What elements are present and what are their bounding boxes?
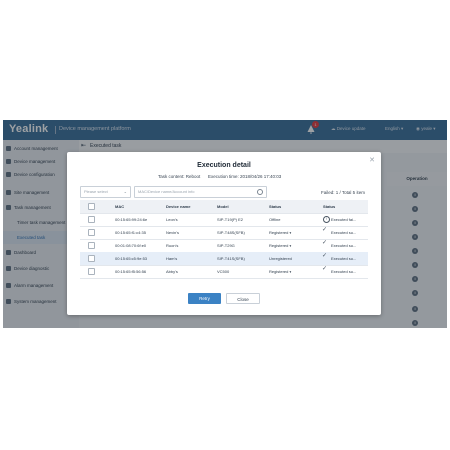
status-cell: Registered ▾	[269, 230, 291, 235]
column-header: Device name	[166, 204, 191, 209]
device-name-cell: Abby's	[166, 269, 178, 274]
check-icon: ✓	[322, 253, 328, 259]
status-cell: Offline	[269, 217, 281, 222]
select-all-checkbox[interactable]	[88, 203, 95, 210]
model-cell: SIP-T19(P) E2	[217, 217, 244, 222]
mac-cell: 00:15:65:f5:56:56	[115, 269, 147, 274]
status-text: Offline	[269, 217, 281, 222]
close-button[interactable]: Close	[226, 293, 260, 304]
search-placeholder: MAC/Device name/Account info	[138, 189, 195, 194]
status-text: Registered	[269, 230, 289, 235]
result-summary: Failed: 1 / Total 5 item	[321, 190, 365, 195]
model-cell: SIP-T41S(SFB)	[217, 256, 245, 261]
check-icon: ✓	[322, 227, 328, 233]
row-checkbox[interactable]	[88, 268, 95, 275]
mac-cell: 00:01:08:70:6f:e0	[115, 243, 147, 248]
result-cell: Executed fai...	[331, 217, 357, 222]
result-cell: Executed su...	[331, 269, 357, 274]
device-name-cell: Ruon's	[166, 243, 179, 248]
result-cell: Executed su...	[331, 230, 357, 235]
status-text: Registered	[269, 243, 289, 248]
execution-detail-dialog: ✕ Execution detail Task content: Reboot …	[67, 152, 381, 315]
table-row[interactable]: 00:15:65:c5:9e:53 Ham's SIP-T41S(SFB) Un…	[80, 252, 368, 266]
table-row[interactable]: 00:15:65:f1:c4:35 Nevin's SIP-T48S(SFB) …	[80, 226, 368, 240]
model-cell: SIP-T48S(SFB)	[217, 230, 245, 235]
column-header: Model	[217, 204, 229, 209]
status-text: Unregistered	[269, 256, 292, 261]
status-text: Registered	[269, 269, 289, 274]
execution-time: Execution time: 2018/04/26 17:40:03	[208, 174, 282, 179]
task-content: Task content: Reboot	[158, 174, 201, 179]
status-cell: Unregistered	[269, 256, 292, 261]
caret-down-icon: ▾	[289, 270, 292, 274]
device-name-cell: Ham's	[166, 256, 178, 261]
mac-cell: 00:15:65:99:24:6e	[115, 217, 148, 222]
caret-down-icon: ▾	[289, 231, 292, 235]
row-checkbox[interactable]	[88, 255, 95, 262]
model-cell: SIP-T29G	[217, 243, 235, 248]
retry-button[interactable]: Retry	[188, 293, 221, 304]
table-row[interactable]: 00:15:65:99:24:6e Leon's SIP-T19(P) E2 O…	[80, 213, 368, 227]
table-row[interactable]: 00:15:65:f5:56:56 Abby's VC500 Registere…	[80, 265, 368, 279]
table-header: MAC Device name Model Status Status	[80, 200, 368, 214]
dialog-title: Execution detail	[197, 162, 251, 169]
status-cell: Registered ▾	[269, 243, 291, 248]
mac-cell: 00:15:65:f1:c4:35	[115, 230, 146, 235]
caret-down-icon: ▾	[289, 244, 292, 248]
model-cell: VC500	[217, 269, 230, 274]
row-checkbox[interactable]	[88, 229, 95, 236]
row-checkbox[interactable]	[88, 216, 95, 223]
search-icon	[257, 189, 263, 195]
select-placeholder: Please select	[84, 189, 108, 194]
column-header: Status	[323, 204, 336, 209]
info-icon: !	[323, 216, 330, 223]
check-icon: ✓	[322, 266, 328, 272]
device-name-cell: Leon's	[166, 217, 178, 222]
device-name-cell: Nevin's	[166, 230, 179, 235]
mac-cell: 00:15:65:c5:9e:53	[115, 256, 148, 261]
search-input[interactable]: MAC/Device name/Account info	[134, 186, 267, 198]
result-cell: Executed su...	[331, 243, 357, 248]
column-header: MAC	[115, 204, 125, 209]
status-select[interactable]: Please select ⌄	[80, 186, 131, 198]
chevron-down-icon: ⌄	[123, 189, 127, 194]
status-cell: Registered ▾	[269, 269, 291, 274]
row-checkbox[interactable]	[88, 242, 95, 249]
column-header: Status	[269, 204, 282, 209]
check-icon: ✓	[322, 240, 328, 246]
result-cell: Executed su...	[331, 256, 357, 261]
table-row[interactable]: 00:01:08:70:6f:e0 Ruon's SIP-T29G Regist…	[80, 239, 368, 253]
